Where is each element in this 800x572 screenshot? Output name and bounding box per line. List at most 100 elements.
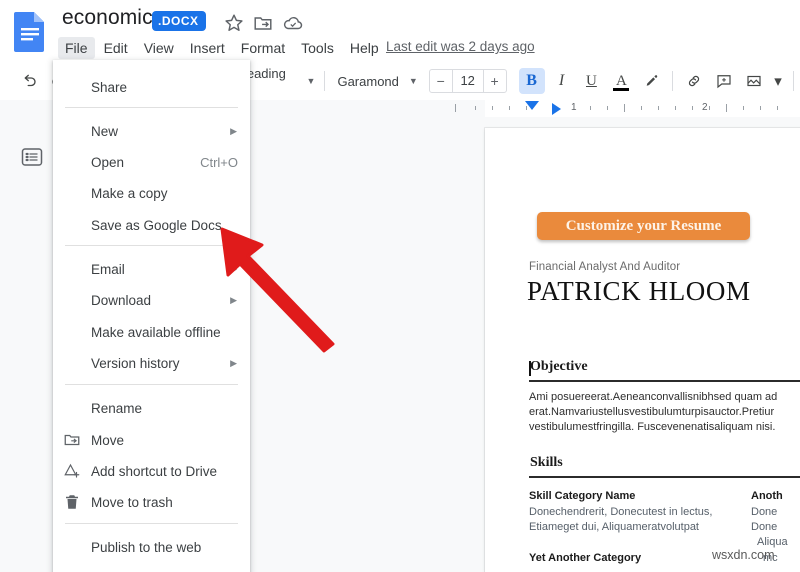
objective-line-1: Ami posuereerat.Aeneanconvallisnibhsed q… — [529, 391, 778, 403]
file-menu-item-download[interactable]: Download ▶ — [53, 285, 250, 315]
document-outline-icon[interactable] — [20, 145, 44, 169]
text-color-label: A — [615, 72, 627, 89]
submenu-arrow-icon: ▶ — [230, 294, 237, 305]
font-size-stepper[interactable]: − 12 + — [428, 69, 507, 93]
format-badge: .DOCX — [152, 11, 206, 31]
file-menu-item-version-history[interactable]: Version history ▶ — [53, 348, 250, 378]
file-menu-item-save-as-google-docs[interactable]: Save as Google Docs — [53, 210, 250, 240]
customize-resume-button[interactable]: Customize your Resume — [537, 212, 750, 240]
left-indent-marker[interactable] — [525, 101, 539, 110]
font-family-dropdown[interactable]: Garamond ▼ — [331, 68, 420, 94]
skill-line-1: Donechendrerit, Donecutest in lectus, — [529, 506, 713, 518]
cloud-saved-icon[interactable] — [282, 12, 304, 34]
menu-separator — [65, 107, 238, 108]
menu-format[interactable]: Format — [234, 37, 292, 59]
file-menu-item-rename[interactable]: Rename — [53, 393, 250, 423]
site-watermark: wsxdn.com — [712, 548, 775, 562]
chevron-down-icon: ▼ — [306, 76, 316, 86]
file-menu-item-move-to-trash[interactable]: Move to trash — [53, 487, 250, 517]
file-menu-item-make-a-copy[interactable]: Make a copy — [53, 178, 250, 208]
file-menu-label: Make a copy — [91, 185, 168, 201]
skill-right-line-3: Aliqua — [757, 536, 788, 548]
file-menu-item-share[interactable]: Share — [53, 72, 250, 102]
move-to-folder-icon[interactable] — [252, 12, 274, 34]
submenu-arrow-icon: ▶ — [230, 125, 237, 136]
insert-image-caret-icon[interactable]: ▾ — [771, 68, 785, 94]
outline-rail — [0, 117, 60, 572]
menu-edit[interactable]: Edit — [97, 37, 135, 59]
underline-label: U — [586, 72, 597, 89]
bold-label: B — [526, 72, 537, 89]
menu-view[interactable]: View — [137, 37, 181, 59]
objective-line-3: vestibulumestfringilla. Fuscevenenatisal… — [529, 421, 776, 433]
italic-label: I — [558, 72, 565, 89]
file-menu-item-move[interactable]: Move — [53, 425, 250, 455]
menu-help[interactable]: Help — [343, 37, 386, 59]
menu-tools[interactable]: Tools — [294, 37, 341, 59]
menu-separator — [65, 384, 238, 385]
skills-rule — [529, 476, 800, 478]
file-menu-item-new[interactable]: New ▶ — [53, 116, 250, 146]
font-size-value[interactable]: 12 — [451, 70, 484, 92]
menu-insert[interactable]: Insert — [183, 37, 232, 59]
menu-separator — [65, 245, 238, 246]
underline-button[interactable]: U — [578, 68, 604, 94]
menu-file[interactable]: File — [58, 37, 95, 59]
file-menu-item-publish-to-the-web[interactable]: Publish to the web — [53, 532, 250, 562]
file-menu-label: Version history — [91, 355, 180, 371]
ruler-number-2: 2 — [702, 102, 708, 113]
google-docs-window: economic .DOCX File Edit View Insert For… — [0, 0, 800, 572]
file-menu-item-add-shortcut-to-drive[interactable]: Add shortcut to Drive — [53, 456, 250, 486]
text-color-swatch — [613, 88, 630, 91]
file-menu-label: Publish to the web — [91, 539, 202, 555]
add-comment-icon[interactable] — [711, 68, 737, 94]
bold-button[interactable]: B — [518, 68, 545, 94]
file-menu-label: Rename — [91, 400, 143, 416]
submenu-arrow-icon: ▶ — [230, 357, 237, 368]
file-menu-item-email[interactable]: Email ▶ — [53, 254, 250, 284]
font-family-value: Garamond — [337, 73, 399, 89]
skill-category-title: Skill Category Name — [529, 490, 636, 502]
file-menu-item-make-available-offline[interactable]: Make available offline — [53, 317, 250, 347]
google-docs-icon[interactable] — [10, 10, 50, 54]
toolbar-divider — [672, 71, 674, 91]
file-menu-label: Open — [91, 154, 125, 170]
file-menu-label: Save as Google Docs — [91, 217, 222, 233]
document-page[interactable]: Customize your Resume Financial Analyst … — [485, 128, 800, 572]
objective-line-2: erat.Namvariustellusvestibulumturpisauct… — [529, 406, 775, 418]
file-menu-label: Move to trash — [91, 494, 173, 510]
document-title[interactable]: economic — [62, 6, 153, 30]
chevron-down-icon: ▼ — [408, 76, 418, 86]
insert-image-icon[interactable] — [741, 68, 767, 94]
file-menu-item-open[interactable]: Open Ctrl+O — [53, 147, 250, 177]
ruler-ticks: 1 2 — [430, 100, 800, 117]
skills-heading: Skills — [530, 455, 563, 470]
ruler-number-1: 1 — [571, 102, 577, 113]
file-menu-shortcut: Ctrl+O — [200, 154, 238, 170]
file-menu-label: New — [91, 123, 119, 139]
font-size-decrease-button[interactable]: − — [430, 73, 452, 89]
insert-link-icon[interactable] — [681, 68, 707, 94]
font-size-increase-button[interactable]: + — [484, 73, 506, 89]
app-header: economic .DOCX File Edit View Insert For… — [0, 0, 800, 62]
skill-right-line-1: Done — [751, 506, 778, 518]
text-color-button[interactable]: A — [608, 68, 634, 94]
skill-category-title-right: Anoth — [751, 490, 783, 502]
menu-separator — [65, 523, 238, 524]
objective-rule — [529, 380, 800, 382]
toolbar-divider — [324, 71, 326, 91]
file-menu-label: Move — [91, 432, 125, 448]
file-menu-label: Share — [91, 79, 128, 95]
last-edit-link[interactable]: Last edit was 2 days ago — [386, 39, 535, 54]
skill-line-2: Etiameget dui, Aliquameratvolutpat — [529, 521, 699, 533]
file-menu-label: Download — [91, 292, 152, 308]
first-line-indent-marker[interactable] — [552, 103, 561, 115]
file-menu-label: Email — [91, 261, 125, 277]
highlight-pen-icon[interactable] — [638, 68, 664, 94]
star-icon[interactable] — [223, 12, 245, 34]
skill-right-line-2: Done — [751, 521, 778, 533]
move-folder-icon — [63, 431, 81, 449]
italic-button[interactable]: I — [549, 68, 575, 94]
undo-icon[interactable] — [16, 68, 42, 94]
file-menu-label: Add shortcut to Drive — [91, 463, 218, 479]
